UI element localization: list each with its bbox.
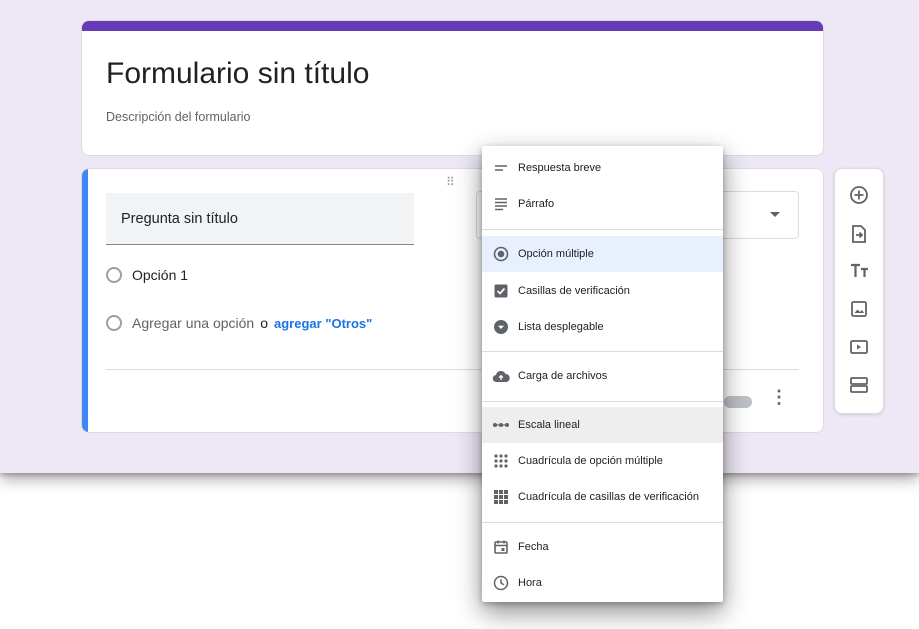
add-image-icon[interactable] [847, 297, 871, 321]
radio-button-icon [492, 245, 510, 263]
menu-item-multiple-choice-grid[interactable]: Cuadrícula de opción múltiple [482, 444, 723, 478]
question-type-menu: Respuesta breve Párrafo Opción múltiple … [482, 146, 723, 602]
drag-handle-icon[interactable]: ⠿ [446, 175, 456, 189]
menu-item-multiple-choice[interactable]: Opción múltiple [482, 236, 723, 272]
option-row[interactable]: Opción 1 [106, 267, 188, 283]
add-video-icon[interactable] [847, 335, 871, 359]
import-questions-icon[interactable] [847, 222, 871, 246]
side-toolbar [834, 168, 884, 414]
add-option-link[interactable]: Agregar una opción [132, 315, 254, 331]
form-title-card[interactable]: Formulario sin título Descripción del fo… [81, 20, 824, 156]
add-option-row: Agregar una opción o agregar "Otros" [106, 315, 372, 331]
question-title-field[interactable]: Pregunta sin título [106, 193, 414, 245]
menu-item-file-upload[interactable]: Carga de archivos [482, 359, 723, 393]
form-title[interactable]: Formulario sin título [106, 57, 369, 91]
menu-item-dropdown[interactable]: Lista desplegable [482, 310, 723, 344]
menu-item-label: Fecha [518, 541, 549, 553]
form-description[interactable]: Descripción del formulario [106, 110, 251, 124]
option-label[interactable]: Opción 1 [132, 267, 188, 283]
clock-icon [492, 574, 510, 592]
radio-icon [106, 267, 122, 283]
menu-item-paragraph[interactable]: Párrafo [482, 188, 723, 220]
checkbox-icon [492, 282, 510, 300]
add-section-icon[interactable] [847, 373, 871, 397]
add-question-icon[interactable] [847, 183, 871, 207]
add-title-icon[interactable] [847, 259, 871, 283]
menu-item-label: Escala lineal [518, 419, 580, 431]
calendar-icon [492, 538, 510, 556]
more-options-icon[interactable]: ⋮ [770, 387, 788, 408]
menu-item-time[interactable]: Hora [482, 566, 723, 600]
menu-item-label: Casillas de verificación [518, 285, 630, 297]
menu-divider [482, 522, 723, 523]
menu-item-label: Respuesta breve [518, 162, 602, 174]
menu-item-label: Párrafo [518, 198, 555, 210]
required-toggle[interactable] [724, 396, 752, 408]
linear-scale-icon [492, 416, 510, 434]
menu-item-label: Cuadrícula de opción múltiple [518, 455, 663, 467]
menu-item-label: Cuadrícula de casillas de verificación [518, 491, 699, 503]
menu-item-label: Opción múltiple [518, 248, 594, 260]
dropdown-icon [492, 318, 510, 336]
menu-item-label: Lista desplegable [518, 321, 604, 333]
radio-icon [106, 315, 122, 331]
menu-item-label: Carga de archivos [518, 370, 608, 382]
short-answer-icon [492, 159, 510, 177]
add-other-link[interactable]: agregar "Otros" [274, 316, 372, 331]
paragraph-icon [492, 195, 510, 213]
question-title-text: Pregunta sin título [121, 211, 238, 227]
or-text: o [260, 315, 268, 331]
menu-item-short-answer[interactable]: Respuesta breve [482, 152, 723, 184]
menu-item-linear-scale[interactable]: Escala lineal [482, 407, 723, 443]
menu-item-date[interactable]: Fecha [482, 530, 723, 564]
chevron-down-icon [770, 212, 780, 217]
menu-item-checkbox-grid[interactable]: Cuadrícula de casillas de verificación [482, 480, 723, 514]
active-question-indicator [82, 169, 88, 432]
menu-divider [482, 351, 723, 352]
menu-item-checkboxes[interactable]: Casillas de verificación [482, 274, 723, 308]
accent-bar [82, 21, 823, 31]
menu-divider [482, 229, 723, 230]
grid-squares-icon [492, 488, 510, 506]
cloud-upload-icon [492, 367, 510, 385]
menu-item-label: Hora [518, 577, 542, 589]
menu-divider [482, 401, 723, 402]
grid-dots-icon [492, 452, 510, 470]
